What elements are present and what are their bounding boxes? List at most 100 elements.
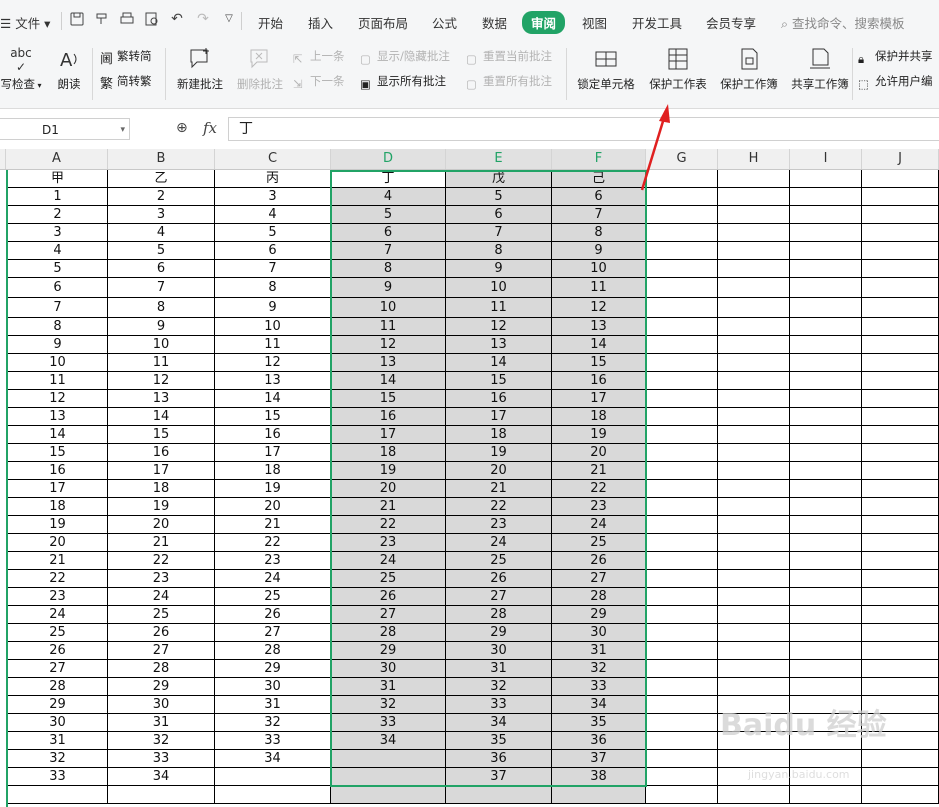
cell-g1[interactable] — [646, 170, 718, 188]
cell-e18[interactable]: 21 — [446, 480, 552, 498]
cell-g23[interactable] — [646, 570, 718, 588]
cell-h7[interactable] — [718, 278, 790, 298]
tab-review[interactable]: 审阅 — [522, 11, 566, 34]
cell-i13[interactable] — [790, 390, 862, 408]
cell-g9[interactable] — [646, 318, 718, 336]
cell-a29[interactable]: 28 — [8, 678, 108, 696]
spell-check-button[interactable]: abc ✓ 写检查 ▾ — [0, 46, 42, 92]
cell-j33[interactable] — [862, 750, 939, 768]
cell-c21[interactable]: 22 — [215, 534, 331, 552]
cell-f16[interactable]: 20 — [552, 444, 646, 462]
cell-h8[interactable] — [718, 298, 790, 318]
cell-a30[interactable]: 29 — [8, 696, 108, 714]
command-search[interactable]: ⌕ 查找命令、搜索模板 — [781, 13, 905, 32]
cell-b21[interactable]: 21 — [108, 534, 215, 552]
cell-c2[interactable]: 3 — [215, 188, 331, 206]
cell-c20[interactable]: 21 — [215, 516, 331, 534]
cell-g5[interactable] — [646, 242, 718, 260]
quick-access-dropdown-icon[interactable]: ▽ — [221, 11, 237, 27]
cell-e28[interactable]: 31 — [446, 660, 552, 678]
cell-b3[interactable]: 3 — [108, 206, 215, 224]
cell-d29[interactable]: 31 — [331, 678, 446, 696]
cell-b15[interactable]: 15 — [108, 426, 215, 444]
cell-i11[interactable] — [790, 354, 862, 372]
cell-j23[interactable] — [862, 570, 939, 588]
cell-i3[interactable] — [790, 206, 862, 224]
cell-g7[interactable] — [646, 278, 718, 298]
cell-d22[interactable]: 24 — [331, 552, 446, 570]
cell-i8[interactable] — [790, 298, 862, 318]
cell-h18[interactable] — [718, 480, 790, 498]
cell-f30[interactable]: 34 — [552, 696, 646, 714]
cell-c30[interactable]: 31 — [215, 696, 331, 714]
cell-a11[interactable]: 10 — [8, 354, 108, 372]
cell-e11[interactable]: 14 — [446, 354, 552, 372]
column-header-e[interactable]: E — [446, 149, 552, 169]
cell-f27[interactable]: 31 — [552, 642, 646, 660]
cell-d20[interactable]: 22 — [331, 516, 446, 534]
cell-a34[interactable]: 33 — [8, 768, 108, 786]
lock-cell-button[interactable]: 锁定单元格 — [573, 46, 639, 92]
redo-icon[interactable]: ↷ — [195, 11, 211, 27]
cell-e12[interactable]: 15 — [446, 372, 552, 390]
tab-member[interactable]: 会员专享 — [706, 13, 756, 32]
cell-g11[interactable] — [646, 354, 718, 372]
cell-c19[interactable]: 20 — [215, 498, 331, 516]
cell-a27[interactable]: 26 — [8, 642, 108, 660]
cell-h15[interactable] — [718, 426, 790, 444]
cell-a7[interactable]: 6 — [8, 278, 108, 298]
tab-home[interactable]: 开始 — [258, 13, 283, 32]
cell-d31[interactable]: 33 — [331, 714, 446, 732]
cell-b26[interactable]: 26 — [108, 624, 215, 642]
column-header-h[interactable]: H — [718, 149, 790, 169]
cell-c28[interactable]: 29 — [215, 660, 331, 678]
cell-f7[interactable]: 11 — [552, 278, 646, 298]
cell-b27[interactable]: 27 — [108, 642, 215, 660]
prev-comment-button[interactable]: ⇱ 上一条 — [293, 48, 345, 66]
cell-e7[interactable]: 10 — [446, 278, 552, 298]
cell-c15[interactable]: 16 — [215, 426, 331, 444]
cell-f21[interactable]: 25 — [552, 534, 646, 552]
cell-f6[interactable]: 10 — [552, 260, 646, 278]
cell-a8[interactable]: 7 — [8, 298, 108, 318]
cell-e25[interactable]: 28 — [446, 606, 552, 624]
undo-icon[interactable]: ↶ — [169, 11, 185, 27]
cell-a14[interactable]: 13 — [8, 408, 108, 426]
cell-b5[interactable]: 5 — [108, 242, 215, 260]
cell-i33[interactable] — [790, 750, 862, 768]
new-comment-button[interactable]: 新建批注 — [172, 46, 228, 92]
cell-i25[interactable] — [790, 606, 862, 624]
cell-f1[interactable]: 己 — [552, 170, 646, 188]
cell-g21[interactable] — [646, 534, 718, 552]
tab-data[interactable]: 数据 — [482, 13, 507, 32]
cell-d34[interactable] — [331, 768, 446, 786]
cell-a10[interactable]: 9 — [8, 336, 108, 354]
cell-d17[interactable]: 19 — [331, 462, 446, 480]
cell-h22[interactable] — [718, 552, 790, 570]
cell-a23[interactable]: 22 — [8, 570, 108, 588]
cell-f32[interactable]: 36 — [552, 732, 646, 750]
cell-h9[interactable] — [718, 318, 790, 336]
cell-f2[interactable]: 6 — [552, 188, 646, 206]
save-icon[interactable] — [69, 11, 85, 27]
cell-f9[interactable]: 13 — [552, 318, 646, 336]
cell-h1[interactable] — [718, 170, 790, 188]
cell-i10[interactable] — [790, 336, 862, 354]
cell-c1[interactable]: 丙 — [215, 170, 331, 188]
column-header-i[interactable]: I — [790, 149, 862, 169]
cell-e6[interactable]: 9 — [446, 260, 552, 278]
cell-d24[interactable]: 26 — [331, 588, 446, 606]
cell-a2[interactable]: 1 — [8, 188, 108, 206]
cell-g27[interactable] — [646, 642, 718, 660]
cell-h2[interactable] — [718, 188, 790, 206]
cell-c13[interactable]: 14 — [215, 390, 331, 408]
cell-a3[interactable]: 2 — [8, 206, 108, 224]
cell-g2[interactable] — [646, 188, 718, 206]
cell-e14[interactable]: 17 — [446, 408, 552, 426]
cell-g20[interactable] — [646, 516, 718, 534]
cell-b11[interactable]: 11 — [108, 354, 215, 372]
cell-j12[interactable] — [862, 372, 939, 390]
cell-a4[interactable]: 3 — [8, 224, 108, 242]
cell-e19[interactable]: 22 — [446, 498, 552, 516]
column-header-d[interactable]: D — [331, 149, 446, 169]
